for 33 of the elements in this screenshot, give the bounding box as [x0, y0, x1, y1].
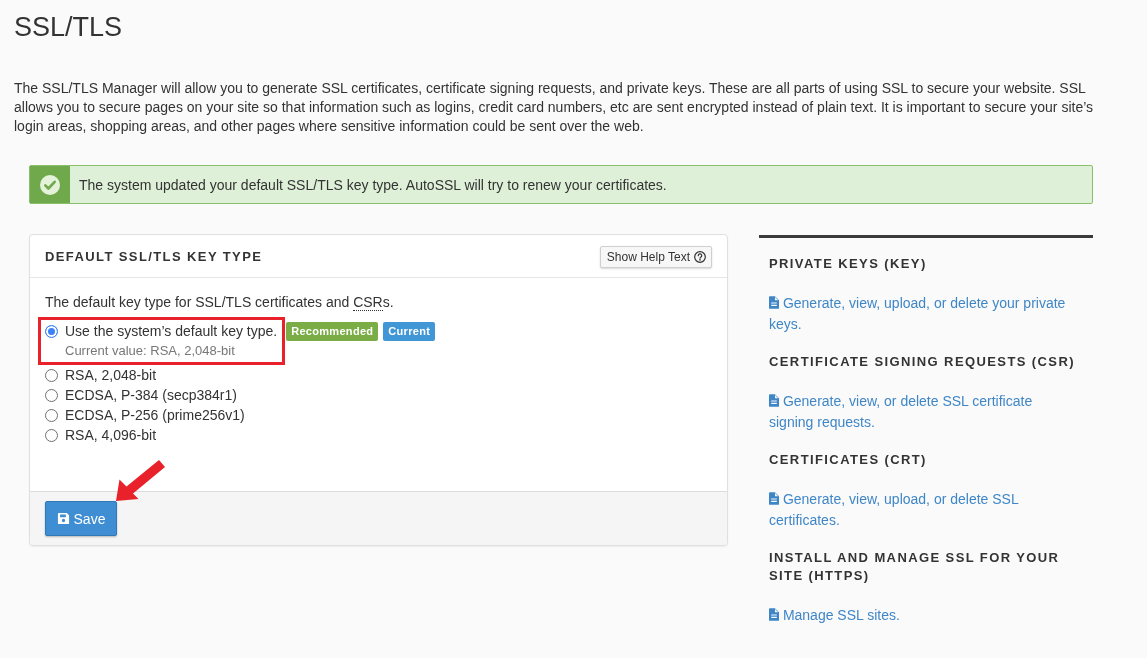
- option-label[interactable]: RSA, 4,096-bit: [65, 425, 157, 445]
- check-circle-icon: [40, 174, 60, 195]
- document-icon: [769, 492, 779, 505]
- section-heading: CERTIFICATES (CRT): [769, 451, 928, 469]
- document-icon: [769, 394, 779, 407]
- sidebar-link[interactable]: Generate, view, or delete SSL certificate signing requests.: [769, 391, 1072, 433]
- alert-message: The system updated your default SSL/TLS key type. AutoSSL will try to renew your certificates.: [78, 176, 667, 193]
- current-value-note: Current value: RSA, 2,048-bit: [64, 342, 236, 360]
- recommended-badge: Recommended: [286, 322, 379, 341]
- option-label[interactable]: ECDSA, P-384 (secp384r1): [65, 385, 237, 405]
- option-label[interactable]: ECDSA, P-256 (prime256v1): [65, 405, 245, 425]
- page-title: SSL/TLS: [14, 11, 123, 44]
- section-heading: PRIVATE KEYS (KEY): [769, 255, 928, 273]
- option-label[interactable]: Use the system’s default key type.: [65, 321, 278, 341]
- help-button[interactable]: Show Help Text: [599, 246, 712, 268]
- radio-button[interactable]: [45, 388, 58, 402]
- radio-button[interactable]: [45, 324, 58, 338]
- document-icon: [769, 608, 779, 621]
- option-label[interactable]: RSA, 2,048-bit: [65, 365, 157, 385]
- intro-text: The default key type for SSL/TLS certificates and CSRs.: [45, 293, 395, 312]
- radio-button[interactable]: [45, 428, 58, 442]
- sidebar-link[interactable]: Manage SSL sites.: [769, 605, 1072, 626]
- radio-button[interactable]: [45, 408, 58, 422]
- sidebar-link[interactable]: Generate, view, upload, or delete SSL certificates.: [769, 489, 1072, 531]
- radio-button[interactable]: [45, 368, 58, 382]
- sidebar-link[interactable]: Generate, view, upload, or delete your private keys.: [769, 293, 1072, 335]
- panel-title: DEFAULT SSL/TLS KEY TYPE: [45, 248, 263, 264]
- help-icon: [694, 251, 706, 263]
- section-heading: CERTIFICATE SIGNING REQUESTS (CSR): [769, 353, 1076, 371]
- document-icon: [769, 296, 779, 309]
- current-badge: Current: [383, 322, 436, 341]
- section-heading: INSTALL AND MANAGE SSL FOR YOUR SITE (HTTPS): [769, 549, 1061, 585]
- description-text: The SSL/TLS Manager will allow you to generate SSL certificates, certificate signing requests, and private keys. These are all parts of using SSL to secure your website. SSL allows you to secure pages on your site so that information such as logins, credit card numbers, etc are sent encrypted instead of plain text. It is important to secure your site’s login areas, shopping areas, and other pages where sensitive information could be sent over the web.: [14, 79, 1095, 136]
